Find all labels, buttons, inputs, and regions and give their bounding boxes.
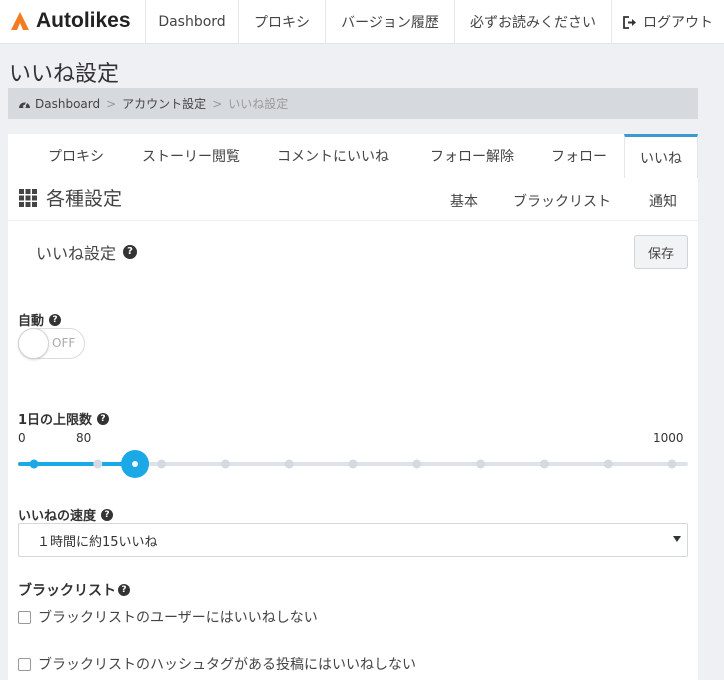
tab-label: プロキシ [48, 149, 104, 165]
slider-tick [348, 459, 358, 469]
slider-tick [667, 459, 677, 469]
tab-follow[interactable]: フォロー [538, 134, 620, 178]
auto-toggle[interactable]: OFF [18, 328, 85, 359]
nav-item-must-read[interactable]: 必ずお読みください [454, 0, 611, 44]
question-circle-icon[interactable]: ? [97, 412, 110, 425]
tab-comment-like[interactable]: コメントにいいね [266, 134, 400, 178]
tab-like[interactable]: いいね [624, 134, 698, 178]
tab-proxy[interactable]: プロキシ [34, 134, 118, 178]
settings-card: プロキシ ストーリー閲覧 コメントにいいね フォロー解除 フォロー いいね 各種… [8, 134, 698, 680]
slider-tick [29, 459, 39, 469]
blacklist-hashtag-option[interactable]: ブラックリストのハッシュタグがある投稿にはいいねしない [18, 654, 416, 674]
nav-item-proxy[interactable]: プロキシ [238, 0, 325, 44]
section-header: 各種設定 [18, 184, 122, 211]
tab-label: コメントにいいね [277, 149, 389, 165]
slider-min: 0 [18, 431, 26, 445]
speed-label: いいねの速度 ? [18, 505, 114, 524]
top-navbar: Autolikes Dashbord プロキシ バージョン履歴 必ずお読みくださ… [0, 0, 724, 44]
save-button[interactable]: 保存 [634, 235, 688, 269]
toggle-state: OFF [52, 336, 76, 350]
logout-label: ログアウト [643, 15, 713, 31]
subtab-basic[interactable]: 基本 [450, 191, 478, 211]
form-title: いいね設定 ? [36, 240, 138, 264]
section-title: 各種設定 [46, 188, 123, 210]
brand-name: Autolikes [36, 9, 131, 32]
subtab-notification[interactable]: 通知 [649, 191, 677, 211]
slider-tick [603, 459, 613, 469]
daily-limit-label-text: 1日の上限数 [18, 413, 93, 428]
slider-max: 1000 [653, 431, 684, 445]
breadcrumb: Dashboard > アカウント設定 > いいね設定 [8, 88, 698, 119]
form-title-text: いいね設定 [36, 244, 117, 263]
nav-item-label: 必ずお読みください [470, 15, 596, 31]
blacklist-label-text: ブラックリスト [18, 583, 116, 599]
breadcrumb-separator: > [106, 96, 117, 111]
breadcrumb-account-settings[interactable]: アカウント設定 [122, 95, 206, 112]
blacklist-label: ブラックリスト ? [18, 580, 130, 600]
daily-limit-slider[interactable] [18, 450, 688, 478]
autolikes-logo-icon [11, 12, 29, 30]
nav-item-version-history[interactable]: バージョン履歴 [325, 0, 454, 44]
dashboard-icon [19, 101, 30, 108]
nav-item-label: バージョン履歴 [341, 15, 439, 31]
slider-value: 80 [76, 431, 92, 445]
slider-tick [476, 459, 486, 469]
question-circle-icon[interactable]: ? [49, 313, 62, 326]
logout-button[interactable]: ログアウト [611, 0, 724, 44]
grid-icon [19, 188, 37, 207]
breadcrumb-dashboard[interactable]: Dashboard [35, 97, 100, 111]
tab-label: いいね [640, 150, 682, 167]
tab-story-view[interactable]: ストーリー閲覧 [130, 134, 252, 178]
question-circle-icon[interactable]: ? [123, 245, 138, 259]
checkbox[interactable] [18, 610, 31, 624]
toggle-knob [18, 328, 49, 359]
slider-tick [539, 459, 549, 469]
breadcrumb-current: いいね設定 [228, 97, 289, 111]
blacklist-user-option[interactable]: ブラックリストのユーザーにはいいねしない [18, 607, 318, 627]
slider-tick [412, 459, 422, 469]
breadcrumb-separator: > [212, 96, 223, 111]
slider-tick [284, 459, 294, 469]
speed-label-text: いいねの速度 [18, 509, 97, 524]
checkbox-label: ブラックリストのユーザーにはいいねしない [38, 610, 318, 626]
subtab-blacklist[interactable]: ブラックリスト [513, 191, 611, 211]
question-circle-icon[interactable]: ? [118, 584, 130, 596]
brand[interactable]: Autolikes [10, 8, 131, 34]
tab-unfollow[interactable]: フォロー解除 [416, 134, 528, 178]
tab-label: フォロー解除 [430, 149, 514, 165]
nav-item-label: Dashbord [158, 14, 226, 30]
auto-label: 自動 ? [18, 310, 62, 329]
tab-label: ストーリー閲覧 [142, 149, 240, 165]
daily-limit-label: 1日の上限数 ? [18, 409, 110, 428]
nav-item-dashboard[interactable]: Dashbord [145, 0, 238, 44]
tab-label: フォロー [551, 149, 607, 165]
section-divider [8, 220, 698, 221]
slider-handle-dot [132, 461, 139, 467]
speed-select[interactable]: １時間に約15いいね [18, 523, 688, 557]
checkbox[interactable] [18, 657, 31, 671]
auto-label-text: 自動 [18, 314, 45, 329]
slider-tick [93, 459, 103, 469]
logout-icon [623, 15, 636, 29]
question-circle-icon[interactable]: ? [101, 508, 114, 521]
page-title: いいね設定 [9, 62, 120, 87]
slider-tick [157, 459, 167, 469]
dropdown-caret-icon [673, 536, 681, 542]
slider-tick [220, 459, 230, 469]
nav-item-label: プロキシ [254, 15, 310, 31]
checkbox-label: ブラックリストのハッシュタグがある投稿にはいいねしない [38, 657, 416, 673]
speed-select-value: １時間に約15いいね [37, 534, 158, 550]
tab-bar: プロキシ ストーリー閲覧 コメントにいいね フォロー解除 フォロー いいね [8, 134, 698, 178]
